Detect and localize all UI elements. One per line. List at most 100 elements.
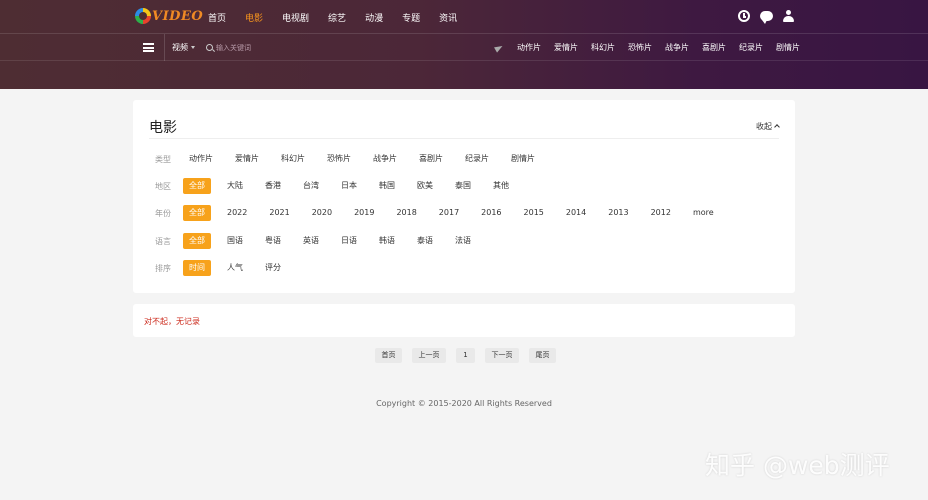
menu-hamburger-icon[interactable] (143, 43, 154, 52)
search-bar: 视频 动作片 爱情片 科幻片 恐怖片 战争片 喜剧片 纪录片 剧情片 (0, 34, 928, 61)
divider (164, 34, 165, 61)
filter-option[interactable]: 泰语 (411, 233, 439, 249)
filter-option[interactable]: 泰国 (449, 178, 477, 194)
filter-option[interactable]: 科幻片 (275, 151, 311, 167)
filter-option[interactable]: 日本 (335, 178, 363, 194)
filter-option[interactable]: 日语 (335, 233, 363, 249)
filter-option[interactable]: 2021 (263, 205, 295, 221)
filter-option[interactable]: 国语 (221, 233, 249, 249)
caret-down-icon (191, 46, 195, 49)
filter-card: 电影 收起 类型 动作片 爱情片 科幻片 恐怖片 战争片 喜剧片 纪录片 剧情片 地区 全部 大陆 香港… (133, 100, 795, 293)
chevron-up-icon (774, 124, 780, 130)
nav-item[interactable]: 综艺 (328, 11, 346, 24)
filter-option[interactable]: 韩国 (373, 178, 401, 194)
paper-plane-icon (494, 43, 504, 53)
logo-badge-icon (135, 8, 151, 24)
footer-copyright: Copyright © 2015-2020 All Rights Reserve… (376, 399, 552, 408)
nav-item[interactable]: 动漫 (365, 11, 383, 24)
watermark: 知乎 @web测评 (705, 451, 890, 480)
header-actions (728, 10, 794, 24)
filter-option[interactable]: 评分 (259, 260, 287, 276)
filter-option[interactable]: 2022 (221, 205, 253, 221)
pagination: 首页 上一页 1 下一页 尾页 (375, 348, 566, 363)
filter-option[interactable]: 人气 (221, 260, 249, 276)
filter-option[interactable]: 2017 (433, 205, 465, 221)
header: VIDEO 首页 电影 电视剧 综艺 动漫 专题 资讯 视频 动作片 爱情片 科幻片 恐怖片 战争片… (0, 0, 928, 89)
filter-option[interactable]: 2019 (348, 205, 380, 221)
top-navbar: VIDEO 首页 电影 电视剧 综艺 动漫 专题 资讯 (0, 0, 928, 34)
site-logo[interactable]: VIDEO (135, 6, 203, 26)
search-type-select[interactable]: 视频 (172, 42, 195, 53)
filter-option[interactable]: 剧情片 (505, 151, 541, 167)
filter-option[interactable]: 2015 (518, 205, 550, 221)
filter-option[interactable]: 2020 (306, 205, 338, 221)
quick-category-link[interactable]: 剧情片 (776, 42, 800, 53)
filter-option[interactable]: 2014 (560, 205, 592, 221)
search-type-label: 视频 (172, 43, 188, 52)
page-number-button[interactable]: 1 (456, 348, 475, 363)
quick-category-link[interactable]: 纪录片 (739, 42, 763, 53)
filter-option[interactable]: 全部 (183, 233, 211, 249)
filter-option[interactable]: 2016 (475, 205, 507, 221)
page-next-button[interactable]: 下一页 (485, 348, 519, 363)
filter-options: 时间 人气 评分 (183, 260, 297, 276)
user-account-icon[interactable] (783, 10, 794, 22)
logo-text: VIDEO (152, 8, 204, 24)
filter-option[interactable]: 动作片 (183, 151, 219, 167)
collapse-button[interactable]: 收起 (756, 121, 780, 132)
quick-category-link[interactable]: 爱情片 (554, 42, 578, 53)
filter-option[interactable]: 大陆 (221, 178, 249, 194)
filter-option[interactable]: 台湾 (297, 178, 325, 194)
quick-category-link[interactable]: 喜剧片 (702, 42, 726, 53)
filter-option[interactable]: 粤语 (259, 233, 287, 249)
filter-row: 年份 全部 2022 2021 2020 2019 2018 2017 2016 2015 2014… (133, 205, 795, 221)
filter-option[interactable]: 时间 (183, 260, 211, 276)
filter-option[interactable]: 韩语 (373, 233, 401, 249)
filter-option[interactable]: 2013 (602, 205, 634, 221)
filter-label: 语言 (155, 236, 171, 246)
filter-options: 全部 国语 粤语 英语 日语 韩语 泰语 法语 (183, 233, 487, 249)
filter-option[interactable]: more (687, 205, 720, 221)
quick-category-link[interactable]: 恐怖片 (628, 42, 652, 53)
collapse-label: 收起 (756, 122, 772, 131)
message-chat-icon[interactable] (760, 11, 773, 24)
nav-item[interactable]: 专题 (402, 11, 420, 24)
filter-option[interactable]: 英语 (297, 233, 325, 249)
filter-options: 动作片 爱情片 科幻片 恐怖片 战争片 喜剧片 纪录片 剧情片 (183, 151, 551, 167)
page-prev-button[interactable]: 上一页 (412, 348, 446, 363)
nav-item[interactable]: 资讯 (439, 11, 457, 24)
filter-options: 全部 2022 2021 2020 2019 2018 2017 2016 2015 2014 20… (183, 205, 730, 221)
filter-option[interactable]: 战争片 (367, 151, 403, 167)
filter-option[interactable]: 香港 (259, 178, 287, 194)
filter-option[interactable]: 其他 (487, 178, 515, 194)
filter-option[interactable]: 欧美 (411, 178, 439, 194)
filter-option[interactable]: 2012 (645, 205, 677, 221)
filter-option[interactable]: 喜剧片 (413, 151, 449, 167)
history-clock-icon[interactable] (738, 10, 750, 22)
quick-category-link[interactable]: 动作片 (517, 42, 541, 53)
filter-label: 地区 (155, 181, 171, 191)
category-quick-nav: 动作片 爱情片 科幻片 恐怖片 战争片 喜剧片 纪录片 剧情片 (517, 34, 813, 61)
filter-option[interactable]: 2018 (390, 205, 422, 221)
nav-item[interactable]: 首页 (208, 11, 226, 24)
divider (149, 138, 779, 139)
page-last-button[interactable]: 尾页 (529, 348, 556, 363)
quick-category-link[interactable]: 科幻片 (591, 42, 615, 53)
page-title: 电影 (149, 120, 177, 136)
filter-option[interactable]: 全部 (183, 178, 211, 194)
nav-item[interactable]: 电影 (245, 11, 263, 24)
filter-row: 语言 全部 国语 粤语 英语 日语 韩语 泰语 法语 (133, 233, 795, 249)
filter-option[interactable]: 爱情片 (229, 151, 265, 167)
filter-option[interactable]: 恐怖片 (321, 151, 357, 167)
empty-result-notice: 对不起，无记录 (133, 304, 795, 337)
filter-option[interactable]: 纪录片 (459, 151, 495, 167)
nav-item[interactable]: 电视剧 (282, 11, 309, 24)
filter-option[interactable]: 法语 (449, 233, 477, 249)
search-input[interactable] (216, 41, 346, 54)
search-icon[interactable] (206, 44, 213, 51)
filter-option[interactable]: 全部 (183, 205, 211, 221)
filter-row: 排序 时间 人气 评分 (133, 260, 795, 276)
quick-category-link[interactable]: 战争片 (665, 42, 689, 53)
page-first-button[interactable]: 首页 (375, 348, 402, 363)
filter-options: 全部 大陆 香港 台湾 日本 韩国 欧美 泰国 其他 (183, 178, 525, 194)
